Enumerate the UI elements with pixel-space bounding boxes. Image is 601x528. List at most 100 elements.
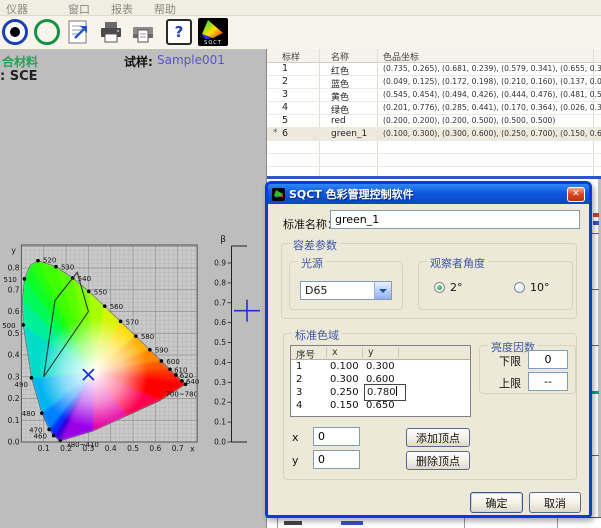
svg-text:500: 500 bbox=[2, 322, 15, 330]
svg-text:560: 560 bbox=[110, 303, 123, 311]
row-name: green_1 bbox=[331, 129, 367, 139]
vertex-table-header: 序号 x y bbox=[291, 346, 470, 360]
vertex-id: 3 bbox=[296, 387, 302, 398]
printer-icon[interactable] bbox=[98, 19, 124, 45]
menu-report[interactable]: 报表 bbox=[111, 1, 133, 17]
vertex-table[interactable]: 序号 x y 1 0.100 0.300 2 0.300 0.600 3 0.2… bbox=[290, 345, 471, 417]
header-divider bbox=[326, 347, 327, 358]
vertex-x[interactable]: 0.300 bbox=[330, 374, 359, 385]
ok-button[interactable]: 确定 bbox=[470, 492, 523, 513]
grid-line bbox=[557, 518, 558, 528]
table-row[interactable]: 4 绿色 (0.201, 0.776), (0.285, 0.441), (0.… bbox=[267, 101, 601, 115]
svg-text:580: 580 bbox=[141, 333, 154, 341]
cancel-button[interactable]: 取消 bbox=[529, 492, 581, 513]
help-icon[interactable]: ? bbox=[166, 19, 192, 45]
row-coords: (0.049, 0.125), (0.172, 0.198), (0.210, … bbox=[383, 77, 601, 86]
vertex-x[interactable]: 0.100 bbox=[330, 361, 359, 372]
target-icon[interactable] bbox=[2, 19, 28, 45]
material-label: 合材料 bbox=[2, 53, 38, 70]
lower-limit-label: 下限 bbox=[499, 353, 521, 369]
report-glyph bbox=[66, 19, 92, 45]
circle-icon[interactable] bbox=[34, 19, 60, 45]
observer-2deg-radio[interactable] bbox=[434, 282, 445, 293]
observer-group-label: 观察者角度 bbox=[427, 255, 488, 271]
table-row-selected[interactable]: * 6 green_1 (0.100, 0.300), (0.300, 0.60… bbox=[267, 127, 601, 141]
vertex-x[interactable]: 0.250 bbox=[330, 387, 359, 398]
row-id: 5 bbox=[282, 115, 288, 126]
svg-text:610: 610 bbox=[174, 366, 187, 374]
svg-text:0.4: 0.4 bbox=[8, 351, 20, 360]
dialog-titlebar[interactable]: SQCT 色彩管理控制软件 ✕ bbox=[268, 184, 589, 204]
menu-instrument[interactable]: 仪器 bbox=[6, 1, 28, 17]
menu-bar: 仪器 窗口 报表 帮助 bbox=[0, 0, 601, 16]
menu-help[interactable]: 帮助 bbox=[154, 1, 176, 17]
pane-splitter[interactable] bbox=[267, 176, 601, 179]
vertex-y-edit-cell[interactable]: 0.780 bbox=[364, 384, 406, 401]
row-id: 3 bbox=[282, 89, 288, 100]
y-coord-input[interactable]: 0 bbox=[313, 450, 360, 469]
row-coords: (0.545, 0.454), (0.494, 0.426), (0.444, … bbox=[383, 90, 601, 99]
dialog-titlebar-icon bbox=[272, 188, 285, 201]
printer-glyph bbox=[98, 19, 124, 45]
svg-text:530: 530 bbox=[61, 264, 74, 272]
illuminant-value: D65 bbox=[305, 284, 327, 297]
vertex-x[interactable]: 0.150 bbox=[330, 400, 359, 411]
svg-text:0.5: 0.5 bbox=[8, 329, 20, 338]
hidden-grid-line bbox=[592, 345, 599, 346]
vertex-y[interactable]: 0.300 bbox=[366, 361, 395, 372]
svg-text:510: 510 bbox=[4, 276, 17, 284]
gamut-group-label: 标准色域 bbox=[292, 327, 342, 343]
svg-text:640: 640 bbox=[186, 378, 199, 386]
vertex-y[interactable]: 0.650 bbox=[366, 400, 395, 411]
luminance-group: 亮度因数 下限 0 上限 -- bbox=[479, 345, 576, 394]
delete-vertex-button[interactable]: 删除顶点 bbox=[406, 451, 470, 470]
dialog-title: SQCT 色彩管理控制软件 bbox=[289, 186, 414, 202]
print-preview-icon[interactable] bbox=[130, 19, 156, 45]
bottom-table-strip bbox=[267, 517, 601, 528]
vertex-id: 4 bbox=[296, 400, 302, 411]
hidden-text-fragment bbox=[593, 213, 599, 217]
svg-text:570: 570 bbox=[126, 318, 139, 326]
svg-text:0.1: 0.1 bbox=[38, 444, 50, 453]
menu-window[interactable]: 窗口 bbox=[68, 1, 90, 17]
illuminant-select[interactable]: D65 bbox=[300, 281, 392, 300]
table-row[interactable]: 3 黄色 (0.545, 0.454), (0.494, 0.426), (0.… bbox=[267, 88, 601, 102]
target-dot-icon bbox=[10, 27, 20, 37]
app-window: 仪器 窗口 报表 帮助 bbox=[0, 0, 601, 528]
row-coords: (0.735, 0.265), (0.681, 0.239), (0.579, … bbox=[383, 64, 601, 73]
observer-10deg-radio[interactable] bbox=[514, 282, 525, 293]
report-icon[interactable] bbox=[66, 19, 92, 45]
illuminant-group: 光源 D65 bbox=[289, 261, 403, 310]
svg-text:0.7: 0.7 bbox=[214, 298, 226, 307]
svg-text:0.8: 0.8 bbox=[8, 264, 20, 273]
svg-text:0.4: 0.4 bbox=[105, 444, 117, 453]
dialog-body: 标准名称： green_1 容差参数 光源 D65 观察者角度 2° bbox=[268, 204, 589, 515]
standard-name-input[interactable]: green_1 bbox=[330, 210, 580, 229]
close-icon[interactable]: ✕ bbox=[567, 187, 585, 202]
vertex-y-edit-value: 0.780 bbox=[367, 387, 396, 398]
svg-text:550: 550 bbox=[94, 288, 107, 296]
table-row[interactable]: 5 red (0.200, 0.200), (0.200, 0.500), (0… bbox=[267, 114, 601, 128]
tolerance-group-label: 容差参数 bbox=[290, 237, 340, 253]
chevron-down-icon[interactable] bbox=[374, 282, 391, 299]
row-coords: (0.100, 0.300), (0.300, 0.600), (0.250, … bbox=[383, 129, 601, 138]
svg-text:0.4: 0.4 bbox=[214, 358, 226, 367]
x-coord-input[interactable]: 0 bbox=[313, 427, 360, 446]
sqct-logo[interactable]: SQCT bbox=[198, 18, 228, 46]
svg-text:470: 470 bbox=[29, 426, 42, 434]
lower-limit-input[interactable]: 0 bbox=[528, 350, 568, 369]
upper-limit-input[interactable]: -- bbox=[528, 372, 568, 391]
standard-name-value: green_1 bbox=[335, 213, 379, 226]
svg-text:x: x bbox=[190, 445, 195, 454]
row-id: 1 bbox=[282, 63, 288, 74]
x-coord-label: x bbox=[292, 431, 299, 444]
x-coord-value: 0 bbox=[318, 430, 325, 443]
print-preview-glyph bbox=[130, 19, 156, 45]
add-vertex-button[interactable]: 添加顶点 bbox=[406, 428, 470, 447]
gamut-group: 标准色域 序号 x y 1 0.100 0.300 2 0.300 bbox=[283, 333, 577, 480]
table-row[interactable]: 1 红色 (0.735, 0.265), (0.681, 0.239), (0.… bbox=[267, 62, 601, 76]
table-row[interactable]: 2 蓝色 (0.049, 0.125), (0.172, 0.198), (0.… bbox=[267, 75, 601, 89]
upper-limit-label: 上限 bbox=[499, 375, 521, 391]
svg-text:0.2: 0.2 bbox=[8, 394, 20, 403]
measure-mode-label: : SCE bbox=[0, 69, 38, 84]
